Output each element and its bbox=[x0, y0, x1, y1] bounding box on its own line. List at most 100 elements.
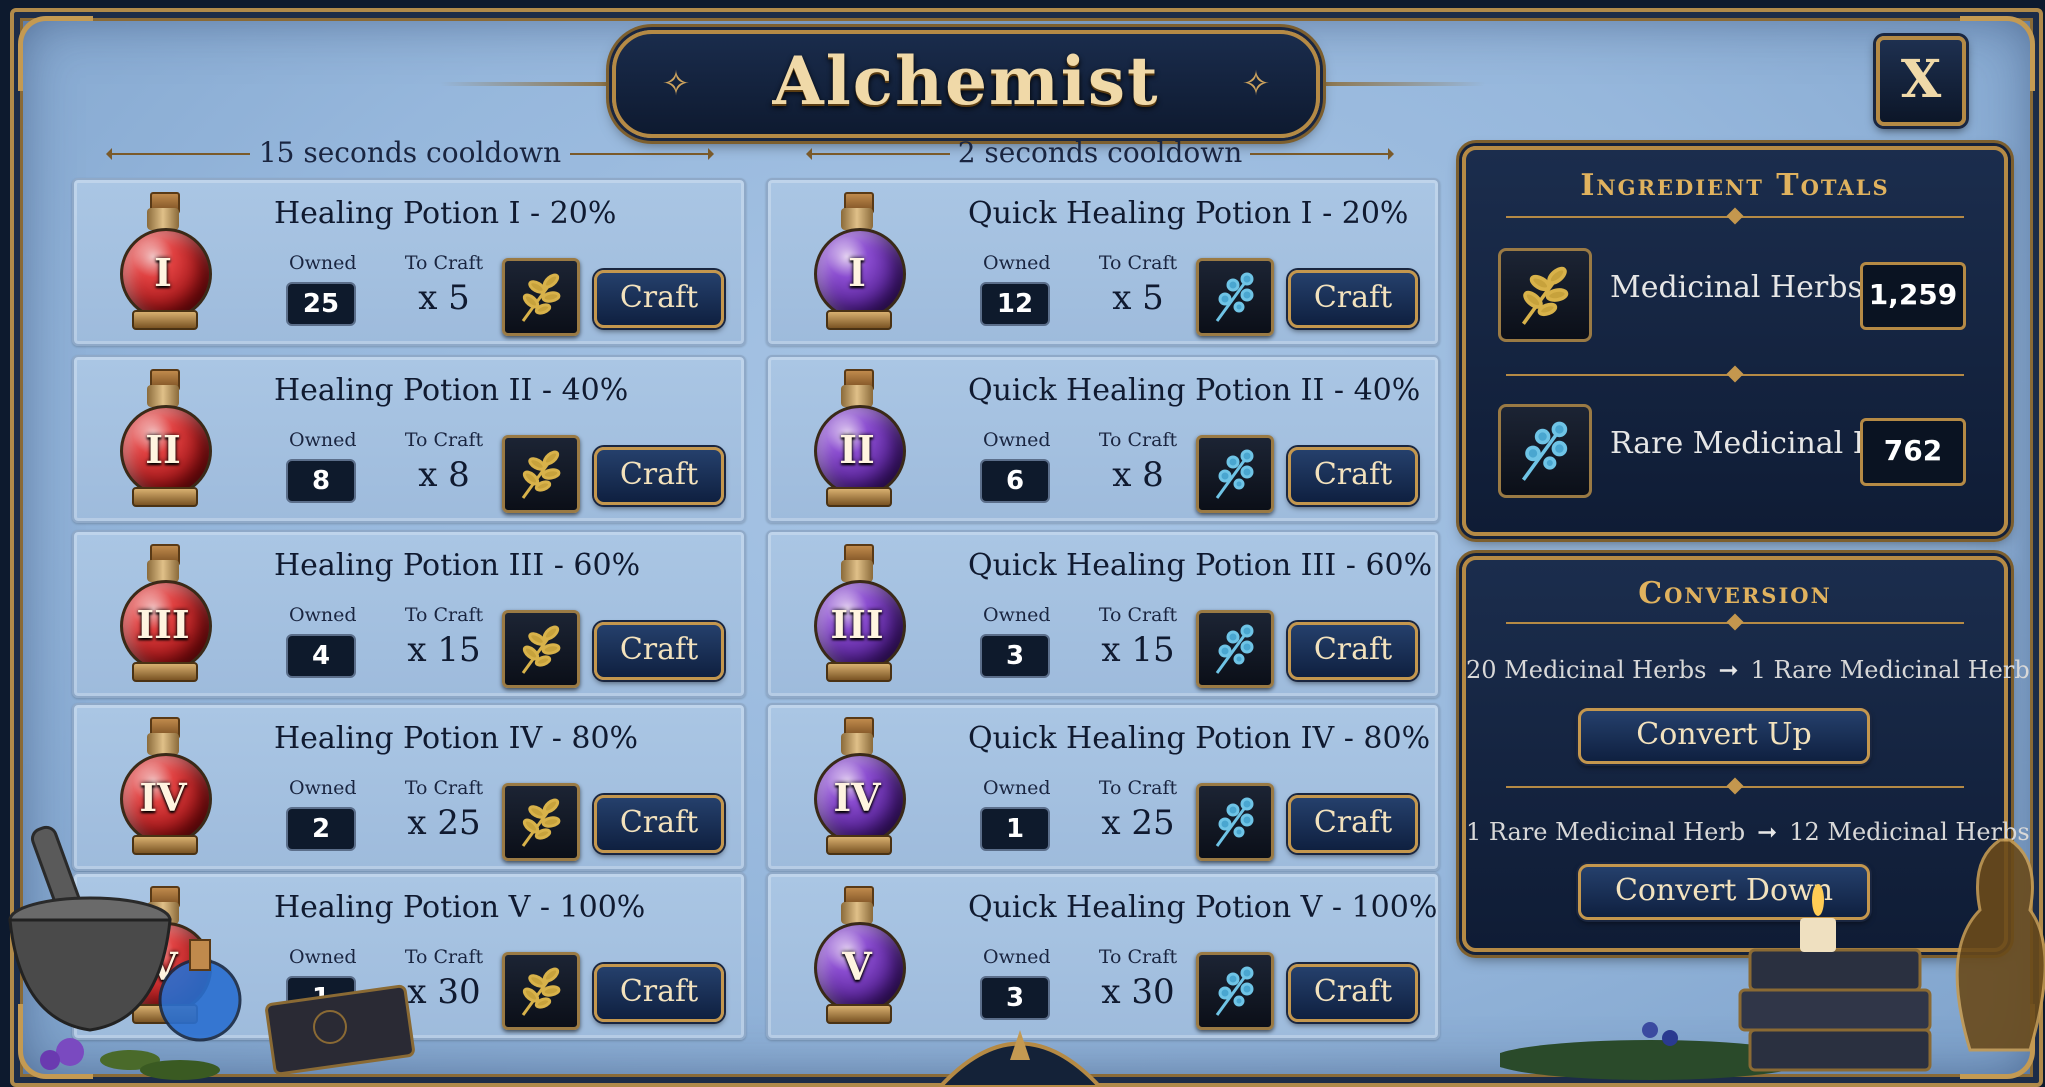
potion-tier-numeral: I bbox=[154, 250, 172, 295]
potion-tier-numeral: II bbox=[839, 427, 875, 472]
arrow-left-icon bbox=[806, 148, 950, 160]
potion-base bbox=[826, 1004, 892, 1024]
quick-potion-card: III Quick Healing Potion III - 60% Owned To… bbox=[766, 530, 1440, 698]
candle-books-decoration bbox=[1500, 838, 2045, 1080]
panel-divider bbox=[1506, 216, 1964, 218]
to-craft-label: To Craft bbox=[1098, 252, 1178, 274]
potion-base bbox=[826, 487, 892, 507]
quick-potion-card: I Quick Healing Potion I - 20% Owned To Cra… bbox=[766, 178, 1440, 346]
blue-herb-icon bbox=[1196, 610, 1274, 688]
potion-bottle-icon: II bbox=[812, 369, 906, 509]
conversion-title: Conversion bbox=[1638, 576, 1832, 611]
quick-potion-card: II Quick Healing Potion II - 40% Owned To C… bbox=[766, 355, 1440, 523]
frame-corner bbox=[18, 16, 93, 91]
cooldown-label: 15 seconds cooldown bbox=[258, 136, 562, 169]
potion-bottle-icon: III bbox=[812, 544, 906, 684]
spellbook-decoration bbox=[265, 984, 415, 1075]
convert-up-button[interactable]: Convert Up bbox=[1578, 708, 1870, 764]
blue-herb-icon bbox=[1196, 783, 1274, 861]
potion-tier-numeral: I bbox=[848, 250, 866, 295]
bottom-ornament bbox=[937, 1030, 1103, 1087]
craft-cost: x 5 bbox=[418, 278, 470, 318]
potion-name: Healing Potion V - 100% bbox=[274, 890, 646, 925]
panel-divider bbox=[1506, 786, 1964, 788]
potion-neck bbox=[147, 560, 179, 582]
potion-tier-numeral: IV bbox=[139, 775, 187, 820]
frame-corner bbox=[1960, 16, 2035, 91]
craft-cost: x 15 bbox=[1101, 630, 1175, 670]
ingredient-count: 762 bbox=[1860, 418, 1966, 486]
potion-tier-numeral: III bbox=[830, 602, 884, 647]
potion-name: Quick Healing Potion III - 60% bbox=[968, 548, 1433, 583]
golden-herb-icon bbox=[502, 783, 580, 861]
blue-herb-icon bbox=[1498, 404, 1592, 498]
owned-label: Owned bbox=[983, 777, 1051, 799]
craft-button[interactable]: Craft bbox=[1288, 622, 1418, 680]
craft-button[interactable]: Craft bbox=[594, 795, 724, 853]
alchemist-window: ✧ Alchemist ✧ X 15 seconds cooldown 2 se… bbox=[0, 0, 2045, 1087]
craft-button[interactable]: Craft bbox=[1288, 270, 1418, 328]
potion-neck bbox=[147, 733, 179, 755]
craft-cost: x 25 bbox=[407, 803, 481, 843]
potion-neck bbox=[147, 208, 179, 230]
potion-tier-numeral: II bbox=[145, 427, 181, 472]
potion-bottle-icon: I bbox=[812, 192, 906, 332]
potion-neck bbox=[841, 385, 873, 407]
ingredient-totals-panel: Ingredient Totals Medicinal Herbs 1,259 … bbox=[1462, 146, 2008, 536]
healing-potion-card: II Healing Potion II - 40% Owned To Craft 8 x… bbox=[72, 355, 746, 523]
owned-label: Owned bbox=[289, 252, 357, 274]
to-craft-label: To Craft bbox=[1098, 604, 1178, 626]
healing-cooldown-header: 15 seconds cooldown bbox=[100, 136, 720, 169]
arrow-right-icon: ➞ bbox=[1718, 656, 1739, 684]
craft-button[interactable]: Craft bbox=[594, 270, 724, 328]
potion-neck bbox=[147, 385, 179, 407]
blue-herb-icon bbox=[1196, 952, 1274, 1030]
owned-label: Owned bbox=[983, 252, 1051, 274]
potion-base bbox=[132, 662, 198, 682]
ornament-star-icon: ✧ bbox=[1241, 64, 1271, 104]
craft-button[interactable]: Craft bbox=[1288, 795, 1418, 853]
ingredient-totals-title: Ingredient Totals bbox=[1580, 168, 1890, 203]
close-button[interactable]: X bbox=[1876, 36, 1966, 126]
owned-label: Owned bbox=[983, 429, 1051, 451]
golden-herb-icon bbox=[502, 258, 580, 336]
page-title: Alchemist bbox=[772, 42, 1160, 120]
convert-up-to: 1 Rare Medicinal Herb bbox=[1750, 656, 2030, 684]
potion-bottle-icon: I bbox=[118, 192, 212, 332]
craft-button[interactable]: Craft bbox=[1288, 447, 1418, 505]
arrow-right-icon bbox=[570, 148, 714, 160]
craft-cost: x 8 bbox=[418, 455, 470, 495]
convert-up-from: 20 Medicinal Herbs bbox=[1466, 656, 1707, 684]
panel-divider bbox=[1506, 374, 1964, 376]
craft-button[interactable]: Craft bbox=[594, 964, 724, 1022]
craft-cost: x 5 bbox=[1112, 278, 1164, 318]
potion-base bbox=[132, 310, 198, 330]
potion-neck bbox=[841, 560, 873, 582]
title-banner: ✧ Alchemist ✧ bbox=[612, 30, 1320, 138]
blue-herb-icon bbox=[1196, 258, 1274, 336]
potion-base bbox=[826, 835, 892, 855]
potion-name: Healing Potion III - 60% bbox=[274, 548, 641, 583]
panel-divider bbox=[1506, 622, 1964, 624]
potion-name: Quick Healing Potion V - 100% bbox=[968, 890, 1438, 925]
to-craft-label: To Craft bbox=[1098, 429, 1178, 451]
owned-label: Owned bbox=[983, 946, 1051, 968]
owned-label: Owned bbox=[289, 604, 357, 626]
quick-cooldown-header: 2 seconds cooldown bbox=[800, 136, 1400, 169]
owned-label: Owned bbox=[289, 429, 357, 451]
quick-potion-card: IV Quick Healing Potion IV - 80% Owned To C… bbox=[766, 703, 1440, 871]
craft-button[interactable]: Craft bbox=[594, 447, 724, 505]
potion-base bbox=[826, 662, 892, 682]
to-craft-label: To Craft bbox=[1098, 946, 1178, 968]
potion-name: Quick Healing Potion I - 20% bbox=[968, 196, 1409, 231]
to-craft-label: To Craft bbox=[1098, 777, 1178, 799]
potion-name: Healing Potion I - 20% bbox=[274, 196, 617, 231]
potion-base bbox=[132, 487, 198, 507]
craft-button[interactable]: Craft bbox=[1288, 964, 1418, 1022]
to-craft-label: To Craft bbox=[404, 252, 484, 274]
owned-label: Owned bbox=[289, 777, 357, 799]
potion-tier-numeral: III bbox=[136, 602, 190, 647]
owned-count: 12 bbox=[980, 282, 1050, 326]
owned-count: 4 bbox=[286, 634, 356, 678]
craft-button[interactable]: Craft bbox=[594, 622, 724, 680]
